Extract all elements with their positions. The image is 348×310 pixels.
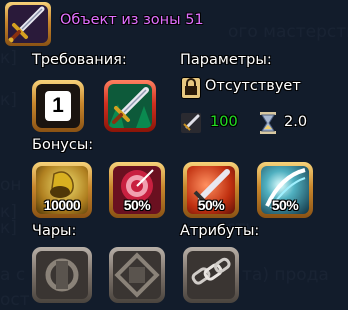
- enchant-slot-1[interactable]: [32, 247, 92, 303]
- attribute-slot-1[interactable]: [183, 247, 239, 303]
- sword-class-icon: [108, 84, 152, 128]
- level-badge: 1: [45, 91, 71, 121]
- class-requirement-slot[interactable]: [104, 80, 156, 132]
- attack-icon: [181, 113, 201, 133]
- hourglass-icon: [258, 112, 278, 134]
- item-tooltip-panel: Объект из зоны 51 Требования: 1 Параметр…: [0, 0, 348, 310]
- bonus-slot-target[interactable]: 50%: [109, 162, 165, 218]
- attributes-label: Атрибуты:: [180, 223, 260, 239]
- item-name: Объект из зоны 51: [60, 12, 204, 28]
- empty-enchant-slot-icon: [113, 251, 161, 299]
- slash-icon: 50%: [261, 166, 309, 214]
- bonus-value: 50%: [271, 197, 299, 213]
- binding-status: Отсутствует: [205, 78, 301, 94]
- bonus-slot-gold[interactable]: 10000: [32, 162, 92, 218]
- level-value: 1: [52, 94, 64, 117]
- bonus-slot-strike[interactable]: 50%: [183, 162, 239, 218]
- requirements-label: Требования:: [32, 52, 127, 68]
- bonus-slot-slash[interactable]: 50%: [257, 162, 313, 218]
- sword-strike-icon: 50%: [187, 166, 235, 214]
- level-requirement-box: 1: [36, 84, 80, 128]
- chain-icon: [187, 251, 235, 299]
- bonus-value: 50%: [197, 197, 225, 213]
- sword-icon: [8, 5, 48, 43]
- target-icon: 50%: [113, 166, 161, 214]
- bonus-value: 50%: [123, 197, 151, 213]
- item-icon-slot[interactable]: [5, 2, 51, 46]
- level-requirement-slot[interactable]: 1: [32, 80, 84, 132]
- enchants-label: Чары:: [32, 223, 77, 239]
- bonuses-label: Бонусы:: [32, 137, 94, 153]
- lock-icon: [181, 77, 201, 99]
- empty-enchant-slot-icon: [36, 251, 88, 299]
- parameters-label: Параметры:: [180, 52, 272, 68]
- gold-coins-icon: 10000: [36, 166, 88, 214]
- bonus-value: 10000: [43, 197, 81, 213]
- attack-value: 100: [210, 114, 238, 130]
- speed-value: 2.0: [284, 114, 308, 130]
- enchant-slot-2[interactable]: [109, 247, 165, 303]
